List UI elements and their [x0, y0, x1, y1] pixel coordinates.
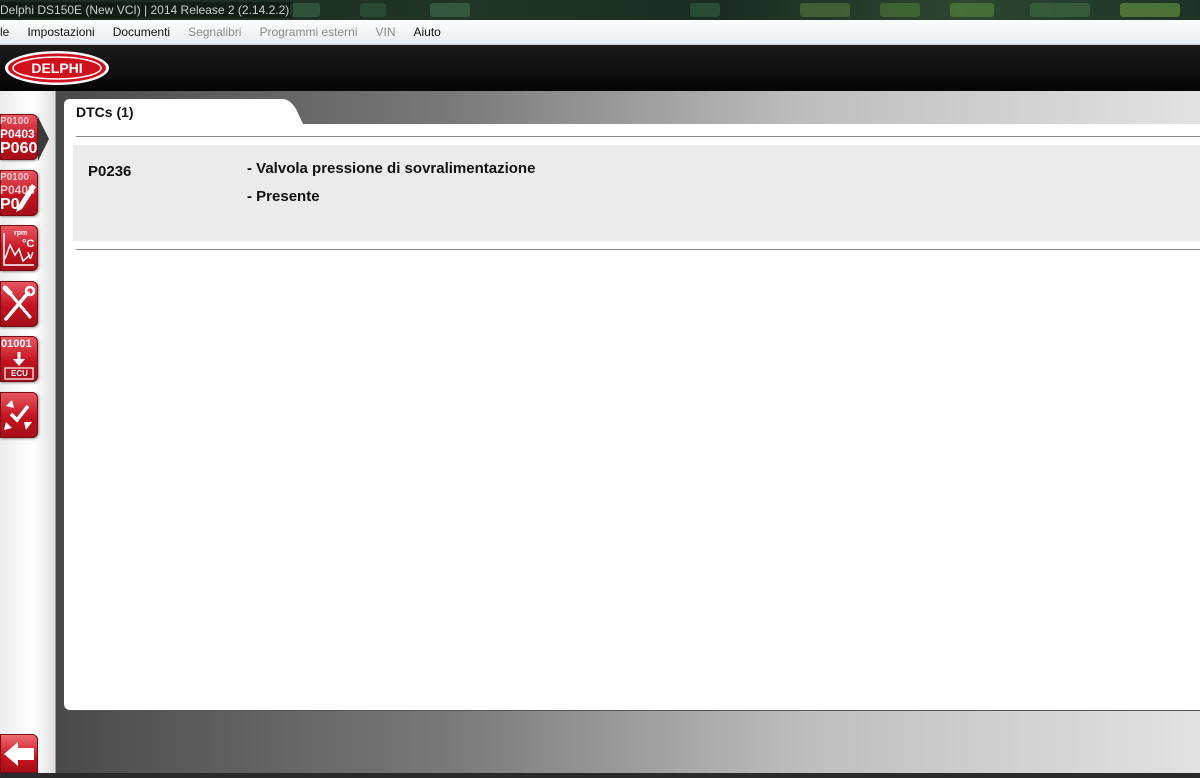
read-dtc-line-3: P0600 — [0, 140, 38, 157]
dtc-status: - Presente — [247, 188, 320, 205]
table-row[interactable]: P0236 - Valvola pressione di sovraliment… — [73, 145, 1200, 241]
window-title-bar: Delphi DS150E (New VCI) | 2014 Release 2… — [0, 0, 1200, 20]
logo-text: DELPHI — [31, 60, 82, 76]
read-dtc-line-2: P0403 — [0, 127, 35, 141]
sidebar-tools-button[interactable] — [0, 281, 38, 327]
live-data-line-1: rpm — [14, 230, 28, 237]
dtc-description: - Valvola pressione di sovralimentazione — [247, 160, 536, 177]
sidebar-clear-dtc-button[interactable]: P0100 P0403 P0 — [0, 170, 38, 216]
dtc-panel: P0236 - Valvola pressione di sovraliment… — [64, 124, 1200, 710]
window-title: Delphi DS150E (New VCI) | 2014 Release 2… — [0, 2, 294, 18]
sidebar-read-dtc-button[interactable]: P0100 P0403 P0600 — [0, 114, 38, 160]
read-dtc-line-1: P0100 — [0, 116, 29, 127]
divider — [76, 136, 1200, 137]
menu-file[interactable]: le — [0, 25, 18, 39]
back-arrow-icon — [4, 742, 34, 766]
ecu-line-2: ECU — [11, 369, 28, 378]
dtc-code: P0236 — [88, 163, 132, 180]
menu-aiuto[interactable]: Aiuto — [405, 25, 450, 39]
live-data-line-2: °C — [22, 238, 35, 250]
menu-impostazioni[interactable]: Impostazioni — [18, 25, 103, 39]
checkmark-cycle-icon — [4, 400, 32, 430]
active-indicator — [38, 117, 49, 161]
back-button[interactable] — [0, 734, 38, 773]
menu-vin[interactable]: VIN — [366, 25, 404, 39]
sidebar-live-data-button[interactable]: rpm °C V — [0, 225, 38, 271]
sidebar: P0100 P0403 P0600 P0100 P0403 P0 rpm °C … — [0, 91, 56, 773]
live-data-line-3: V — [27, 251, 34, 262]
tab-dtcs[interactable]: DTCs (1) — [76, 104, 134, 120]
sidebar-ecu-programming-button[interactable]: 01001 ECU — [0, 336, 38, 382]
app-header: DELPHI — [0, 45, 1200, 91]
divider — [76, 249, 1200, 250]
menu-documenti[interactable]: Documenti — [104, 25, 179, 39]
eraser-pen-icon — [16, 184, 36, 212]
delphi-logo: DELPHI — [5, 51, 109, 85]
sidebar-function-test-button[interactable] — [0, 392, 38, 438]
menu-programmi-esterni[interactable]: Programmi esterni — [250, 25, 366, 39]
wrench-screwdriver-icon — [2, 285, 36, 321]
menu-segnalibri[interactable]: Segnalibri — [179, 25, 250, 39]
menu-bar: le Impostazioni Documenti Segnalibri Pro… — [0, 20, 1200, 45]
